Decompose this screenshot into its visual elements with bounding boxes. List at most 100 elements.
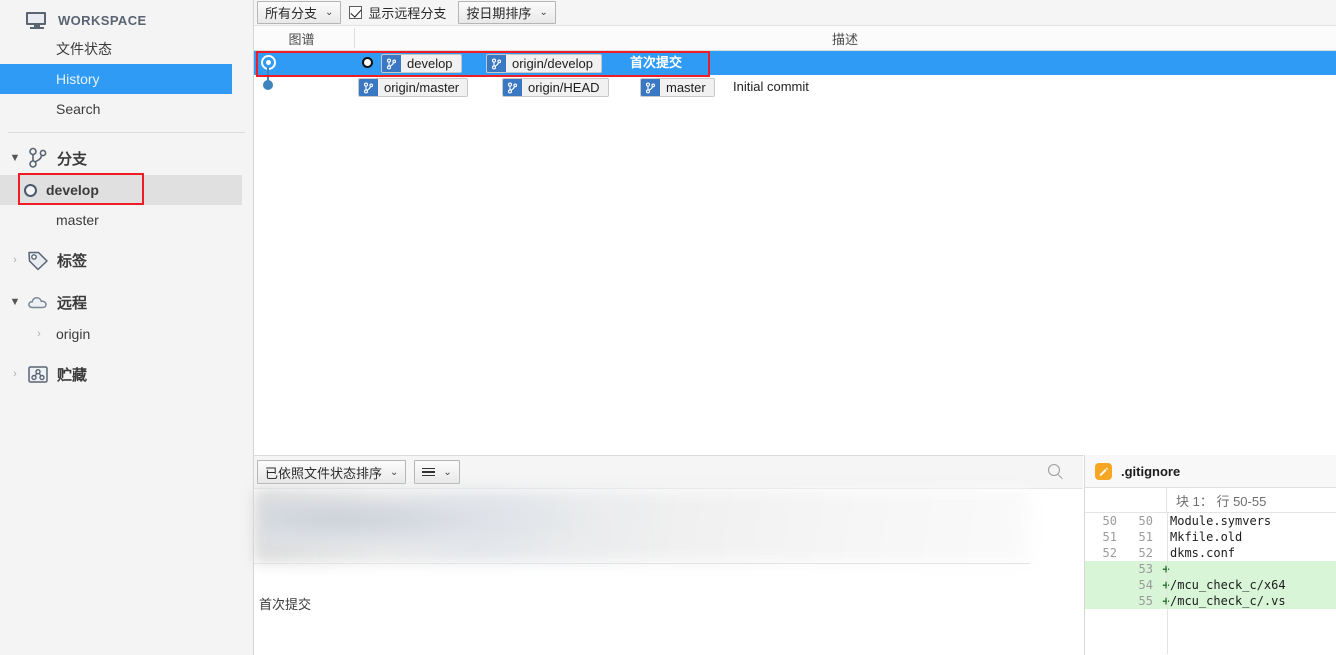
ref-chip-origin-develop[interactable]: origin/develop xyxy=(486,54,602,73)
branch-head-node-icon xyxy=(362,57,373,68)
show-remote-branches-checkbox[interactable]: 显示远程分支 xyxy=(349,3,446,22)
file-sort-dropdown[interactable]: 已依照文件状态排序 ⌄ xyxy=(257,460,407,484)
diff-line: 54 + /mcu_check_c/x64 xyxy=(1085,577,1336,593)
diff-line: 52 52 dkms.conf xyxy=(1085,545,1336,561)
sidebar-group-stashes[interactable]: › 贮藏 xyxy=(0,357,253,391)
column-header-graph[interactable]: 图谱 xyxy=(254,29,349,48)
diff-line: 51 51 Mkfile.old xyxy=(1085,529,1336,545)
workspace-header: WORKSPACE xyxy=(0,6,253,34)
cloud-icon xyxy=(26,291,50,313)
sidebar-group-label: 标签 xyxy=(57,252,88,270)
ref-chip-label: origin/HEAD xyxy=(528,80,600,95)
sidebar-item-history[interactable]: History xyxy=(0,64,232,94)
hunk-gutter xyxy=(1085,488,1167,512)
column-header-description[interactable]: 描述 xyxy=(354,29,1336,48)
branch-filter-label: 所有分支 xyxy=(265,6,318,21)
chevron-right-icon[interactable]: › xyxy=(6,368,24,380)
ref-chip-label: origin/develop xyxy=(512,56,593,71)
diff-text: Mkfile.old xyxy=(1170,530,1243,544)
sidebar-remote-origin[interactable]: › origin xyxy=(0,319,253,349)
sidebar-item-search[interactable]: Search xyxy=(0,94,253,124)
branch-chip-icon xyxy=(359,79,378,96)
diff-old-lineno: 50 xyxy=(1102,514,1117,528)
chevron-down-icon[interactable]: ▼ xyxy=(6,152,24,164)
ref-chip-origin-master[interactable]: origin/master xyxy=(358,78,469,97)
commit-table-header: 图谱 描述 xyxy=(254,26,1336,51)
chevron-right-icon[interactable]: › xyxy=(30,328,48,340)
diff-sign: + xyxy=(1162,562,1170,576)
file-list-toolbar: 已依照文件状态排序 ⌄ ⌄ xyxy=(254,456,1083,489)
diff-new-lineno: 51 xyxy=(1138,530,1153,544)
file-sort-label: 已依照文件状态排序 xyxy=(265,465,383,481)
view-mode-dropdown[interactable]: ⌄ xyxy=(414,460,460,484)
branch-chip-icon xyxy=(382,55,401,72)
bottom-panels: 已依照文件状态排序 ⌄ ⌄ 首次提交 .gitignore 块 1： 行 50-… xyxy=(254,455,1336,655)
sidebar-group-label: 分支 xyxy=(57,150,88,168)
diff-content[interactable]: 50 50 Module.symvers 51 51 Mkfile.old 52… xyxy=(1085,513,1336,654)
list-view-icon xyxy=(422,467,436,477)
diff-text: /mcu_check_c/x64 xyxy=(1170,578,1286,592)
branch-filter-dropdown[interactable]: 所有分支 ⌄ xyxy=(257,1,342,24)
ref-chip-master[interactable]: master xyxy=(640,78,715,97)
table-row[interactable]: origin/master origin/HEAD master Initial… xyxy=(254,67,1336,99)
sidebar-divider xyxy=(8,132,245,133)
table-row[interactable]: develop origin/develop 首次提交 xyxy=(254,51,1336,75)
commit-message-text: 首次提交 xyxy=(259,597,312,612)
gutter-divider xyxy=(1167,513,1168,654)
branch-label: develop xyxy=(46,182,99,198)
ref-chip-label: develop xyxy=(407,56,453,71)
chevron-right-icon[interactable]: › xyxy=(6,254,24,266)
sort-order-dropdown[interactable]: 按日期排序 ⌄ xyxy=(458,1,556,24)
diff-old-lineno: 52 xyxy=(1102,546,1117,560)
sidebar-group-label: 贮藏 xyxy=(57,366,88,384)
hunk-label: 块 1： 行 50-55 xyxy=(1176,493,1267,509)
main-area: 所有分支 ⌄ 显示远程分支 按日期排序 ⌄ 图谱 描述 develop orig… xyxy=(254,0,1336,655)
sidebar-branch-develop[interactable]: develop xyxy=(0,173,242,205)
diff-new-lineno: 54 xyxy=(1138,578,1153,592)
stash-icon xyxy=(26,363,50,385)
workspace-label: WORKSPACE xyxy=(58,12,147,28)
sidebar-group-remotes[interactable]: ▼ 远程 xyxy=(0,285,253,319)
diff-line: 55 + /mcu_check_c/.vs xyxy=(1085,593,1336,609)
diff-sign: + xyxy=(1162,594,1170,608)
graph-edge xyxy=(267,67,269,81)
diff-panel: .gitignore 块 1： 行 50-55 50 50 Module.sym… xyxy=(1084,455,1336,655)
sidebar-group-label: 远程 xyxy=(57,294,88,312)
ref-chip-label: origin/master xyxy=(384,80,460,95)
ref-chip-develop[interactable]: develop xyxy=(381,54,462,73)
commit-list[interactable]: develop origin/develop 首次提交 origin/maste… xyxy=(254,51,1336,455)
edit-file-icon xyxy=(1095,462,1112,480)
ref-chip-origin-head[interactable]: origin/HEAD xyxy=(502,78,609,97)
chevron-down-icon[interactable]: ▼ xyxy=(6,296,24,308)
branch-chip-icon xyxy=(503,79,522,96)
diff-file-header: .gitignore xyxy=(1085,455,1336,488)
tag-icon xyxy=(26,249,50,271)
diff-old-lineno: 51 xyxy=(1102,530,1117,544)
file-list-panel: 已依照文件状态排序 ⌄ ⌄ 首次提交 xyxy=(254,455,1083,655)
monitor-icon xyxy=(26,11,48,29)
sort-order-label: 按日期排序 xyxy=(466,6,532,21)
diff-new-lineno: 55 xyxy=(1138,594,1153,608)
diff-new-lineno: 50 xyxy=(1138,514,1153,528)
branch-chip-icon xyxy=(487,55,506,72)
sidebar-branch-master[interactable]: master xyxy=(0,205,253,235)
sidebar: WORKSPACE 文件状态 History Search ▼ 分支 devel… xyxy=(0,0,254,655)
remote-label: origin xyxy=(56,326,91,342)
chevron-down-icon: ⌄ xyxy=(325,7,334,18)
branch-chip-icon xyxy=(641,79,660,96)
checkbox-icon[interactable] xyxy=(349,6,363,19)
sidebar-group-branches[interactable]: ▼ 分支 xyxy=(0,141,253,175)
chevron-down-icon: ⌄ xyxy=(539,7,548,18)
search-icon[interactable] xyxy=(1048,464,1065,481)
branch-label: master xyxy=(56,212,99,228)
ref-chip-label: master xyxy=(666,80,706,95)
commit-node-icon xyxy=(263,80,273,90)
commit-message: 首次提交 xyxy=(630,55,683,70)
diff-hunk-header: 块 1： 行 50-55 xyxy=(1085,488,1336,513)
diff-new-lineno: 52 xyxy=(1138,546,1153,560)
sidebar-group-tags[interactable]: › 标签 xyxy=(0,243,253,277)
diff-sign: + xyxy=(1162,578,1170,592)
sidebar-item-file-status[interactable]: 文件状态 xyxy=(0,34,253,64)
commit-message: Initial commit xyxy=(733,79,809,94)
diff-text: dkms.conf xyxy=(1170,546,1236,560)
